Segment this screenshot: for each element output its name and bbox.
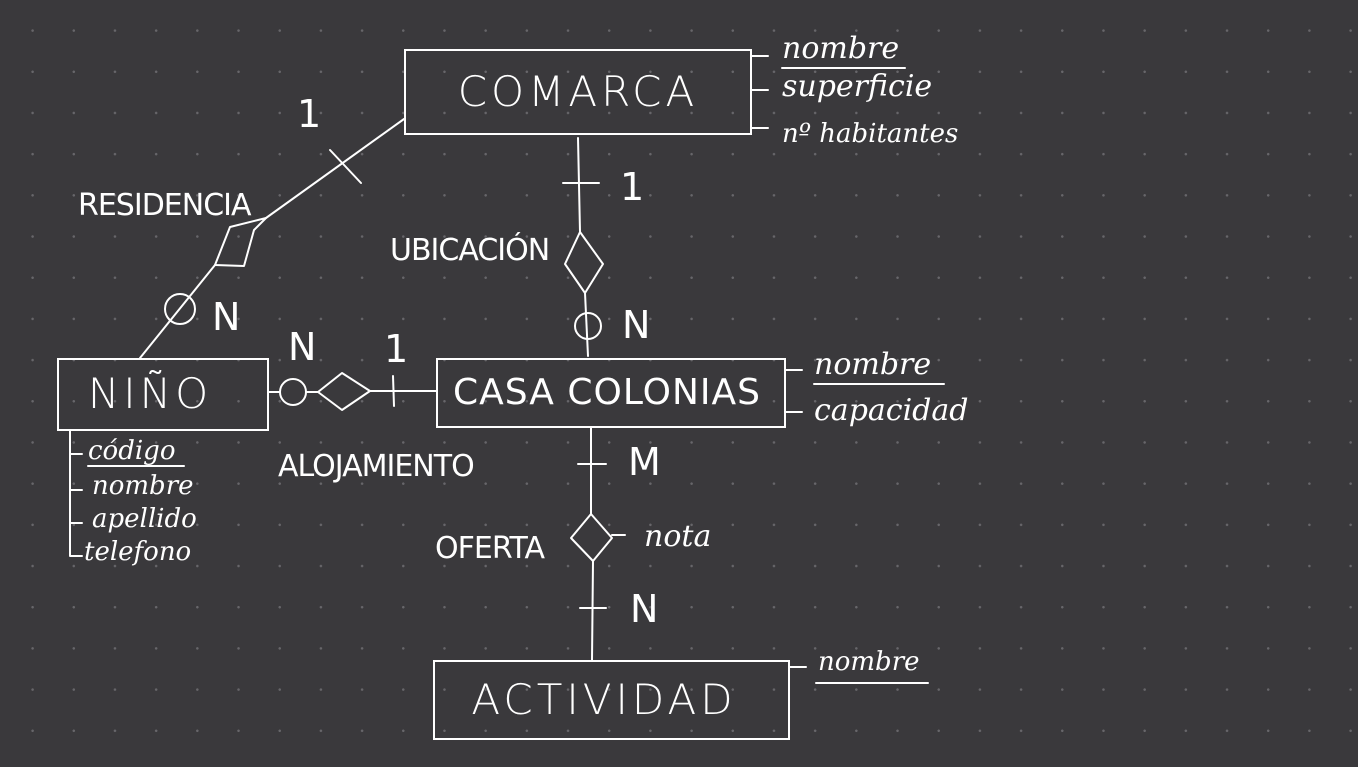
alojamiento-card-many: N: [288, 325, 316, 369]
residencia-one-tick: [329, 149, 362, 184]
casa-colonias-attributes: nombre capacidad: [785, 347, 968, 428]
entity-casa-colonias-label: CASA COLONIAS: [453, 372, 761, 413]
er-diagram-canvas: COMARCA nombre superficie nº habitantes …: [0, 0, 1358, 767]
relationship-ubicacion: UBICACIÓN 1 N: [390, 137, 650, 357]
er-diagram: COMARCA nombre superficie nº habitantes …: [57, 31, 968, 740]
actividad-attr-nombre: nombre: [818, 647, 920, 677]
nino-attr-nombre: nombre: [92, 471, 194, 501]
relationship-residencia: RESIDENCIA 1 N: [78, 92, 405, 359]
alojamiento-one-tick: [392, 375, 395, 407]
entity-actividad: ACTIVIDAD: [433, 660, 790, 740]
residencia-card-one: 1: [297, 92, 321, 136]
residencia-line-upper: [265, 118, 405, 219]
ubicacion-card-many: N: [622, 303, 650, 347]
oferta-diamond: [570, 513, 613, 562]
residencia-line-lower: [139, 264, 216, 359]
comarca-attributes: nombre superficie nº habitantes: [751, 31, 958, 149]
entity-casa-colonias: CASA COLONIAS: [436, 358, 786, 428]
casa-attribute-connectors: [785, 369, 803, 413]
residencia-diamond: [214, 217, 267, 267]
nino-attribute-connectors: [69, 430, 83, 557]
alojamiento-diamond: [317, 372, 371, 411]
entity-actividad-label: ACTIVIDAD: [471, 675, 736, 724]
alojamiento-optional-circle: [279, 378, 307, 406]
ubicacion-label: UBICACIÓN: [390, 231, 549, 268]
ubicacion-line-upper: [577, 137, 581, 233]
oferta-card-top: M: [628, 440, 661, 484]
actividad-attributes: nombre: [789, 647, 929, 684]
oferta-card-bottom: N: [630, 587, 658, 631]
alojamiento-label: ALOJAMIENTO: [278, 449, 474, 484]
alojamiento-card-one: 1: [384, 327, 408, 371]
oferta-attr-nota: nota: [644, 519, 711, 554]
ubicacion-line-lower: [584, 292, 589, 357]
ubicacion-diamond: [564, 231, 604, 294]
nino-attr-codigo: código: [88, 436, 175, 466]
relationship-oferta: OFERTA M N nota: [435, 427, 711, 661]
comarca-attribute-connectors: [751, 55, 769, 129]
oferta-label: OFERTA: [435, 531, 545, 566]
nino-attributes: código nombre apellido telefono: [69, 430, 197, 567]
residencia-label: RESIDENCIA: [78, 188, 252, 223]
relationship-alojamiento: ALOJAMIENTO N 1: [268, 325, 475, 484]
entity-nino: NIÑO: [57, 358, 269, 431]
entity-comarca-label: COMARCA: [458, 67, 699, 116]
entity-nino-label: NIÑO: [88, 369, 212, 418]
nino-attr-telefono: telefono: [84, 537, 191, 567]
ubicacion-card-one: 1: [620, 165, 644, 209]
comarca-attr-superficie: superficie: [782, 69, 932, 104]
casa-attr-capacidad: capacidad: [814, 393, 968, 428]
entity-comarca: COMARCA: [404, 49, 752, 135]
casa-attr-nombre: nombre: [814, 347, 931, 382]
oferta-line-lower: [591, 560, 594, 661]
residencia-card-many: N: [212, 295, 240, 339]
comarca-attr-habitantes: nº habitantes: [782, 119, 958, 149]
nino-attr-apellido: apellido: [92, 504, 197, 534]
comarca-attr-nombre: nombre: [782, 31, 899, 66]
